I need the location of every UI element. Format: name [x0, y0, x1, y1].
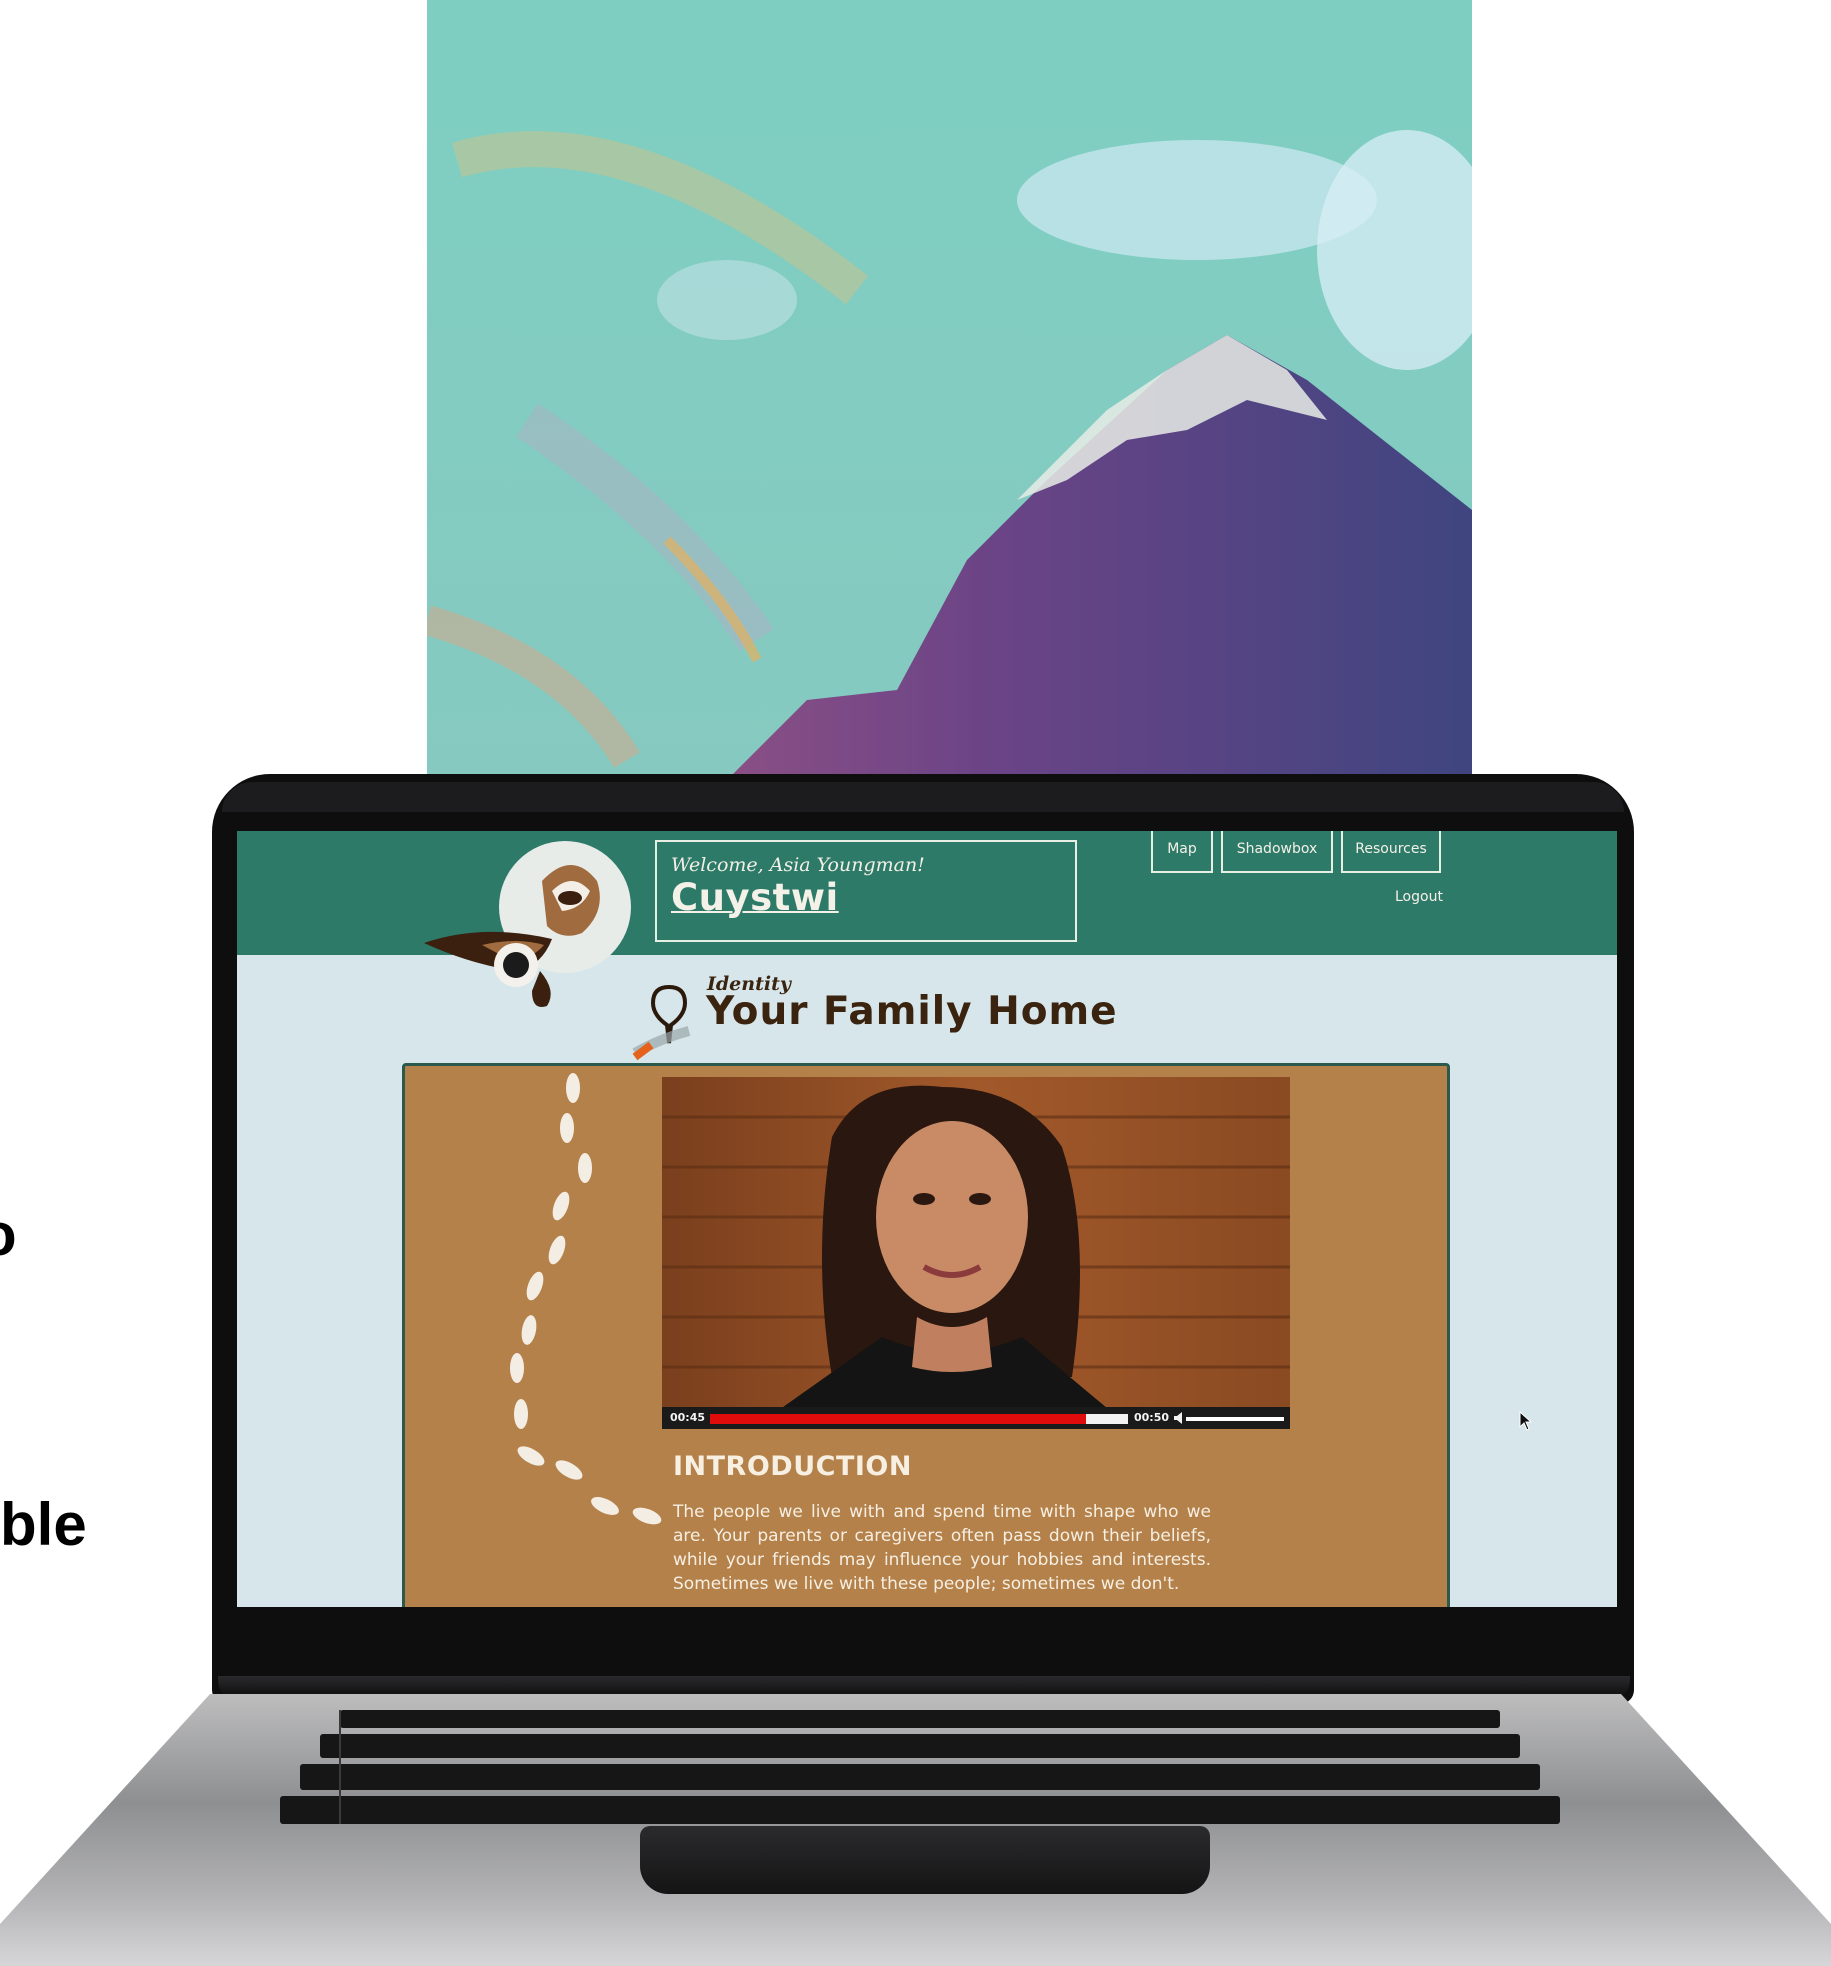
nav-resources-button[interactable]: Resources: [1341, 831, 1441, 873]
progress-bar[interactable]: [710, 1414, 1128, 1424]
volume-fill: [1186, 1417, 1284, 1421]
laptop-bezel-top: [222, 782, 1624, 812]
nav-shadowbox-button[interactable]: Shadowbox: [1221, 831, 1333, 873]
duration-time: 00:50: [1134, 1411, 1170, 1424]
content-panel: 00:45 00:50 INTRODUCTION The people we l…: [402, 1063, 1450, 1607]
mountain-painting: [427, 0, 1472, 780]
map-pin-icon: [629, 981, 709, 1066]
footprints-icon: [505, 1068, 685, 1533]
video-controls: 00:45 00:50: [662, 1407, 1290, 1429]
eagle-logo-icon: [422, 841, 642, 1021]
volume-icon[interactable]: [1174, 1412, 1184, 1424]
logout-link[interactable]: Logout: [1395, 889, 1443, 905]
nav-map-button[interactable]: Map: [1151, 831, 1213, 873]
progress-fill: [710, 1414, 1087, 1424]
laptop-screen: Welcome, Asia Youngman! Cuystwi Map Shad…: [237, 831, 1617, 1607]
video-frame: [662, 1077, 1290, 1429]
laptop-keyboard: [190, 1706, 1650, 1828]
video-player[interactable]: 00:45 00:50: [662, 1077, 1290, 1429]
welcome-box: Welcome, Asia Youngman! Cuystwi: [655, 840, 1077, 942]
slide-text-fragment-2: o: [0, 1205, 17, 1265]
current-time: 00:45: [670, 1411, 706, 1424]
mouse-cursor-icon: [1519, 1411, 1533, 1431]
intro-heading: INTRODUCTION: [673, 1451, 912, 1482]
site-title-link[interactable]: Cuystwi: [671, 876, 839, 919]
page-title: Your Family Home: [706, 989, 1118, 1034]
volume-slider[interactable]: [1186, 1417, 1284, 1421]
slide-text-fragment-3: ble: [0, 1491, 87, 1558]
trackpad: [640, 1826, 1210, 1894]
welcome-message: Welcome, Asia Youngman!: [671, 854, 925, 876]
intro-body: The people we live with and spend time w…: [673, 1502, 1211, 1594]
